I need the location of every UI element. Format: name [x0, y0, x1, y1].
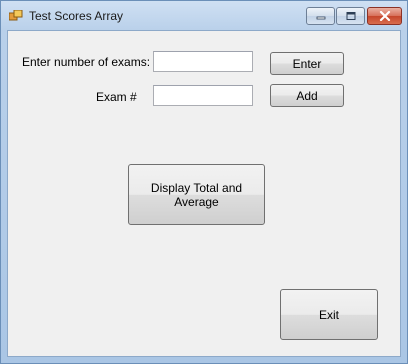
minimize-icon: [316, 16, 325, 20]
minimize-button[interactable]: [306, 7, 335, 25]
title-bar[interactable]: Test Scores Array: [1, 1, 407, 30]
app-window: Test Scores Array Enter number of exams:…: [0, 0, 408, 364]
close-button[interactable]: [367, 7, 402, 25]
window-title: Test Scores Array: [29, 9, 124, 23]
exam-score-input[interactable]: [153, 85, 253, 106]
enter-button[interactable]: Enter: [270, 52, 344, 75]
add-button[interactable]: Add: [270, 84, 344, 107]
exam-number-label: Exam #: [96, 90, 137, 104]
display-total-average-button[interactable]: Display Total and Average: [128, 164, 265, 225]
maximize-icon: [346, 12, 355, 20]
app-icon: [8, 9, 23, 22]
num-exams-label: Enter number of exams:: [22, 55, 151, 69]
num-exams-input[interactable]: [153, 51, 253, 72]
maximize-button[interactable]: [336, 7, 365, 25]
close-icon: [379, 11, 390, 21]
form-client-area: Enter number of exams: Enter Exam # Add …: [7, 30, 401, 357]
exit-button[interactable]: Exit: [280, 289, 378, 340]
